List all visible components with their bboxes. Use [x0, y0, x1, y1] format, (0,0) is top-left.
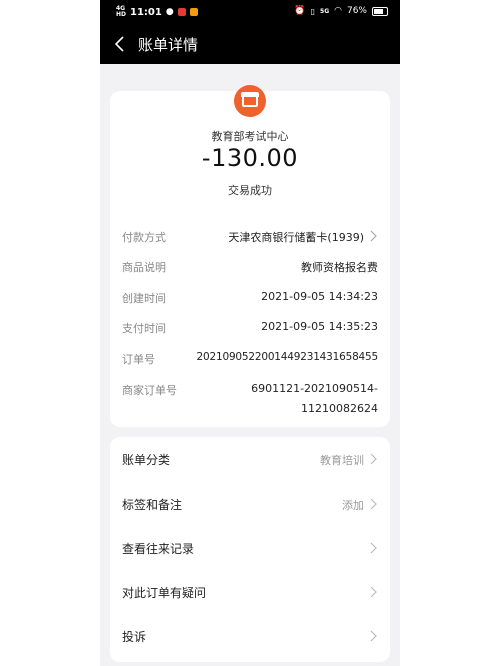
- chat-icon: ●: [165, 7, 174, 17]
- chevron-right-icon: [370, 230, 377, 242]
- bill-category-label: 账单分类: [122, 453, 171, 467]
- order-number-value: 2021090522001449231431658455: [196, 351, 379, 363]
- alarm-icon: ⏰: [294, 6, 306, 16]
- navigation-bar: 账单详情: [100, 24, 400, 64]
- paid-time-label: 支付时间: [122, 322, 166, 335]
- tags-notes-item[interactable]: 标签和备注 添加: [122, 494, 378, 514]
- status-time: 11:01: [130, 6, 162, 18]
- chevron-right-icon: [370, 542, 377, 554]
- bill-detail-screen: 4G HD 11:01 ● ⏰ ▯ 5G ◠ 76% 账单详情 教育部考试中心 …: [100, 0, 400, 666]
- created-time-label: 创建时间: [122, 292, 166, 305]
- app-notification-icon-2: [189, 8, 198, 16]
- tags-notes-value: 添加: [342, 499, 364, 512]
- bill-category-item[interactable]: 账单分类 教育培训: [122, 449, 378, 469]
- page-title: 账单详情: [138, 36, 199, 54]
- shop-icon-body: [242, 94, 258, 107]
- merchant-order-number-label: 商家订单号: [122, 384, 177, 397]
- battery-percent: 76%: [346, 6, 367, 16]
- payment-method-label: 付款方式: [122, 231, 166, 244]
- chevron-right-icon: [370, 498, 377, 510]
- chevron-right-icon: [370, 586, 377, 598]
- transaction-amount: -130.00: [201, 144, 299, 172]
- chevron-right-icon: [370, 630, 377, 642]
- shop-icon: [234, 85, 266, 117]
- complaint-item[interactable]: 投诉: [122, 626, 378, 646]
- bill-category-value: 教育培训: [320, 454, 364, 467]
- view-history-label: 查看往来记录: [122, 542, 195, 556]
- chevron-left-icon: [114, 36, 124, 52]
- merchant-order-number-line1: 6901121-2021090514-: [251, 382, 378, 395]
- wifi-icon: ◠: [334, 6, 342, 16]
- merchant-order-number-line2: 11210082624: [301, 402, 378, 415]
- transaction-summary-card: 教育部考试中心 -130.00 交易成功 付款方式 天津农商银行储蓄卡(1939…: [110, 85, 390, 427]
- complaint-label: 投诉: [122, 630, 147, 644]
- order-question-item[interactable]: 对此订单有疑问: [122, 582, 378, 602]
- signal-5g: 5G: [320, 7, 330, 15]
- status-right: ⏰ ▯ 5G ◠ 76%: [294, 6, 388, 16]
- app-notification-icon: [177, 8, 186, 16]
- payment-method-value: 天津农商银行储蓄卡(1939): [228, 231, 364, 244]
- product-description-value: 教师资格报名费: [301, 261, 378, 274]
- status-bar: 4G HD 11:01 ● ⏰ ▯ 5G ◠ 76%: [100, 0, 400, 24]
- network-indicator: 4G HD: [116, 6, 126, 18]
- merchant-name: 教育部考试中心: [211, 130, 289, 143]
- tags-notes-label: 标签和备注: [122, 498, 183, 512]
- order-question-label: 对此订单有疑问: [122, 586, 207, 600]
- chevron-right-icon: [370, 453, 377, 465]
- created-time-value: 2021-09-05 14:34:23: [261, 290, 378, 303]
- back-button[interactable]: [108, 32, 132, 56]
- vibrate-icon: ▯: [310, 6, 316, 16]
- product-description-label: 商品说明: [122, 261, 166, 274]
- view-history-item[interactable]: 查看往来记录: [122, 538, 378, 558]
- status-left: 4G HD 11:01 ●: [116, 6, 198, 18]
- battery-icon: [372, 6, 388, 16]
- battery-fill: [374, 8, 383, 14]
- bill-actions-card: 账单分类 教育培训 标签和备注 添加 查看往来记录 对此订单有疑问 投诉: [110, 437, 390, 662]
- network-hd: HD: [116, 11, 127, 18]
- transaction-status: 交易成功: [228, 184, 272, 197]
- order-number-label: 订单号: [122, 353, 155, 366]
- paid-time-value: 2021-09-05 14:35:23: [261, 320, 378, 333]
